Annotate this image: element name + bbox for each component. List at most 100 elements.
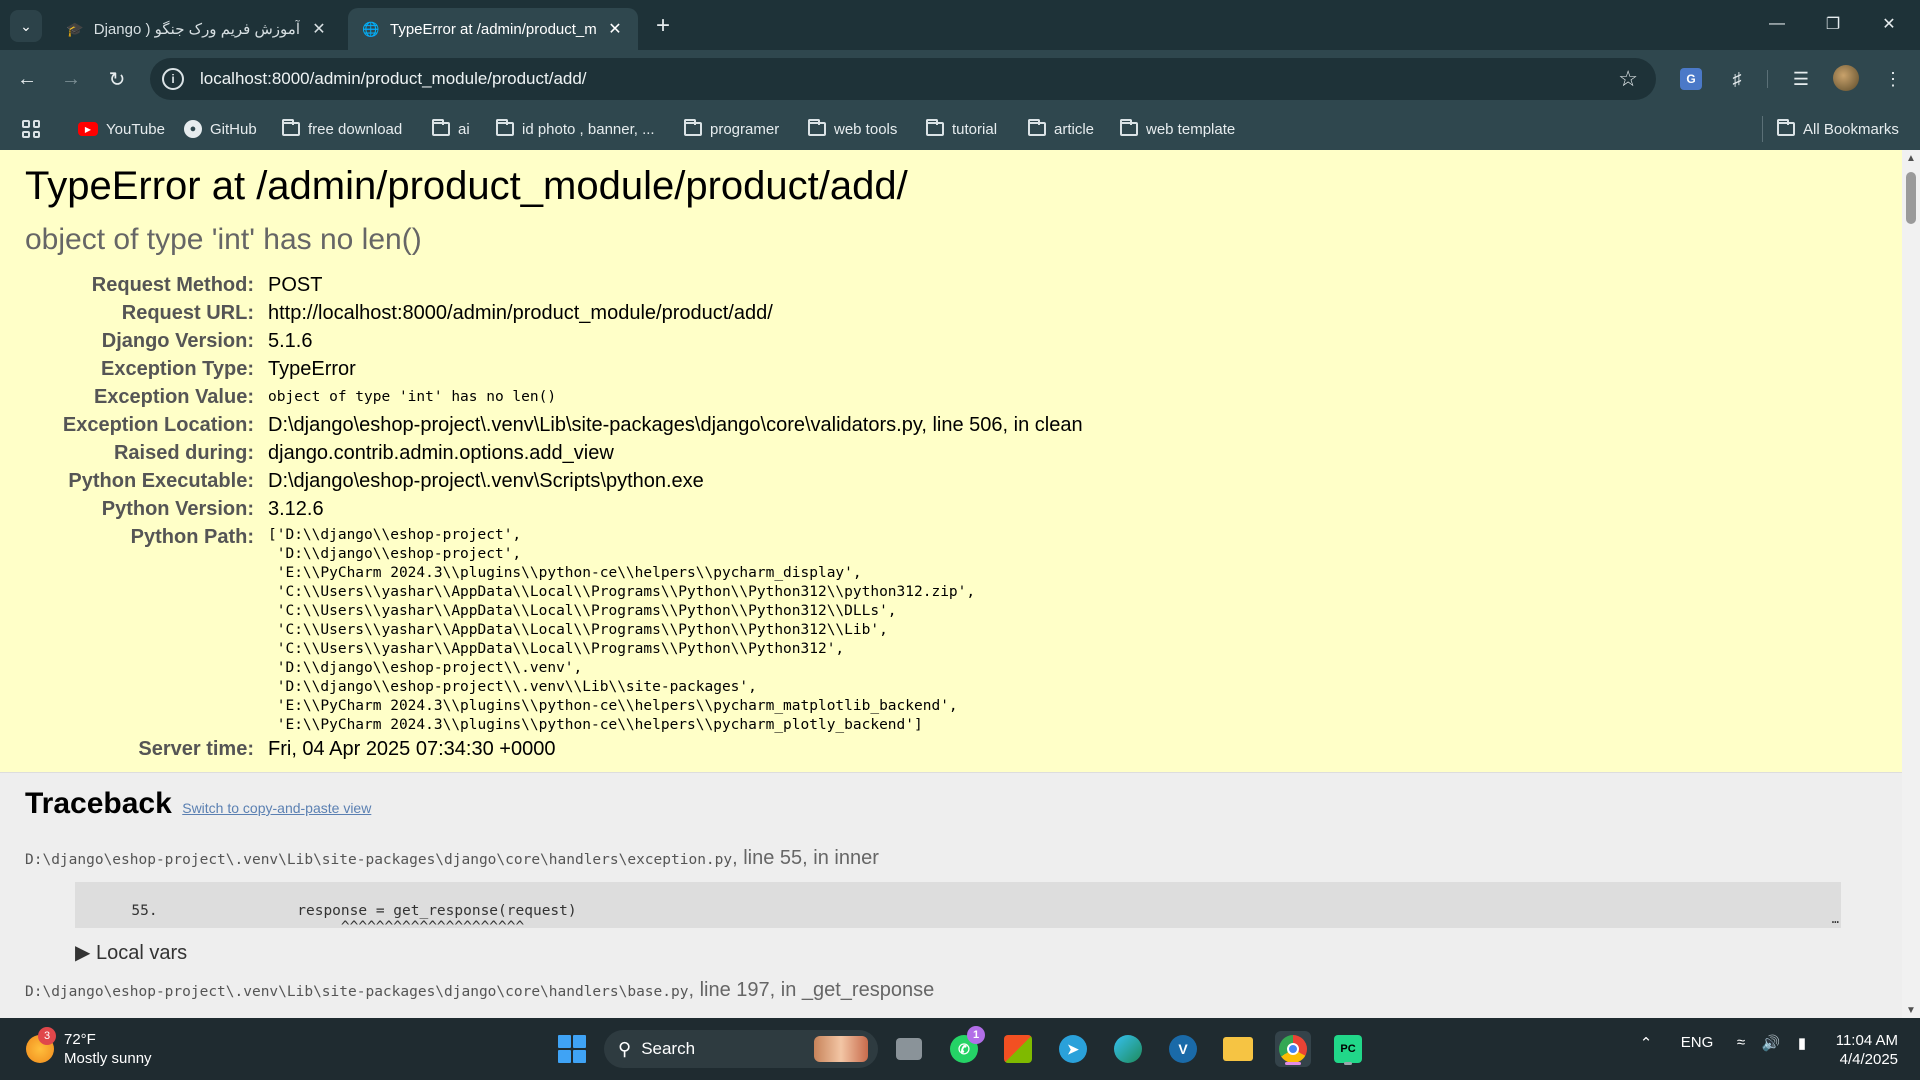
url-text[interactable]: localhost:8000/admin/product_module/prod… [200, 69, 1618, 89]
forward-button[interactable]: → [56, 64, 86, 94]
bookmark-free-download[interactable]: free download [282, 116, 402, 142]
scroll-up-arrow-icon[interactable]: ▲ [1902, 150, 1920, 166]
search-icon: ⚲ [618, 1038, 632, 1059]
youtube-icon: ▶ [78, 122, 98, 136]
minimize-button[interactable]: — [1754, 8, 1800, 40]
whatsapp-app[interactable]: ✆ 1 [946, 1026, 985, 1067]
bookmark-star-icon[interactable]: ☆ [1618, 66, 1638, 92]
edge-app[interactable] [1110, 1031, 1146, 1067]
pycharm-icon: PC [1334, 1035, 1362, 1063]
meta-key: Python Path: [130, 526, 254, 548]
restore-button[interactable]: ❐ [1810, 8, 1856, 40]
bookmark-tutorial[interactable]: tutorial [926, 116, 997, 142]
code-context[interactable]: 55. response = get_response(request) ^^^… [75, 882, 1841, 935]
media-control-icon[interactable]: ☰ [1786, 64, 1816, 94]
folder-icon [1120, 119, 1138, 136]
clock-date: 4/4/2025 [1839, 1051, 1898, 1068]
system-clock[interactable]: 11:04 AM 4/4/2025 [1830, 1031, 1898, 1069]
page-scrollbar[interactable]: ▲ ▼ [1902, 150, 1920, 1018]
telegram-app[interactable]: ➤ [1055, 1031, 1091, 1067]
local-vars-toggle[interactable]: ▶ Local vars [75, 940, 1877, 965]
meta-row: Python Path: ['D:\\django\\eshop-project'… [25, 523, 1877, 735]
meta-value: TypeError [268, 358, 356, 380]
bookmark-programer[interactable]: programer [684, 116, 779, 142]
bookmark-id-photo[interactable]: id photo , banner, ... [496, 116, 655, 142]
meta-key: Server time: [138, 738, 254, 760]
tab-typeerror[interactable]: 🌐 TypeError at /admin/product_m ✕ [348, 8, 638, 50]
wifi-icon[interactable]: ≈ [1730, 1034, 1752, 1051]
volume-icon[interactable]: 🔊 [1760, 1034, 1782, 1052]
weather-desc: Mostly sunny [64, 1050, 152, 1067]
close-icon[interactable]: ✕ [310, 19, 328, 39]
taskbar-search[interactable]: ⚲ Search [604, 1030, 878, 1068]
vpn-app[interactable]: V [1165, 1031, 1201, 1067]
close-window-button[interactable]: ✕ [1866, 8, 1912, 40]
language-indicator[interactable]: ENG [1672, 1034, 1722, 1051]
bookmark-label: web template [1146, 120, 1236, 138]
scrollbar-thumb[interactable] [1906, 172, 1916, 224]
toolbar-divider [1767, 70, 1768, 88]
extensions-icon[interactable]: ♯ [1722, 64, 1752, 94]
notification-badge: 3 [38, 1027, 56, 1045]
back-button[interactable]: ← [12, 64, 42, 94]
switch-view-link[interactable]: Switch to copy-and-paste view [182, 800, 371, 816]
bookmark-label: GitHub [210, 120, 257, 138]
bookmark-ai[interactable]: ai [432, 116, 470, 142]
meta-key: Exception Location: [62, 414, 254, 436]
start-button[interactable] [554, 1031, 590, 1067]
menu-icon[interactable]: ⋮ [1878, 64, 1908, 94]
expand-context-ellipsis[interactable]: … [1832, 912, 1839, 926]
tab-django-tutorial[interactable]: 🎓 آموزش فریم ورک جنگو ( Django ✕ [52, 8, 342, 50]
address-bar[interactable]: i localhost:8000/admin/product_module/pr… [150, 58, 1656, 100]
profile-avatar[interactable] [1833, 65, 1859, 91]
frame-path: D:\django\eshop-project\.venv\Lib\site-p… [25, 984, 689, 1000]
meta-value: Fri, 04 Apr 2025 07:34:30 +0000 [268, 738, 556, 760]
folder-icon [1777, 119, 1795, 136]
bookmark-web-tools[interactable]: web tools [808, 116, 897, 142]
folder-icon [432, 119, 450, 136]
meta-key: Request URL: [121, 302, 254, 324]
pycharm-app[interactable]: PC [1330, 1031, 1366, 1067]
v-logo-icon: V [1169, 1035, 1197, 1063]
meta-value: 5.1.6 [268, 330, 313, 352]
bookmark-youtube[interactable]: ▶ YouTube [78, 116, 165, 142]
translate-icon[interactable]: G [1680, 68, 1702, 90]
bookmark-article[interactable]: article [1028, 116, 1094, 142]
file-explorer-app[interactable] [1220, 1031, 1256, 1067]
bookmark-web-template[interactable]: web template [1120, 116, 1235, 142]
scroll-down-arrow-icon[interactable]: ▼ [1902, 1002, 1920, 1018]
frame-info: , line 55, in inner [732, 847, 879, 869]
bookmark-label: YouTube [106, 120, 165, 138]
bookmark-label: programer [710, 120, 780, 138]
tab-strip: ⌄ 🎓 آموزش فریم ورک جنگو ( Django ✕ 🌐 Typ… [0, 0, 1920, 50]
folder-icon [1223, 1037, 1253, 1061]
store-icon [1004, 1035, 1032, 1063]
meta-value: 3.12.6 [268, 498, 324, 520]
meta-value: object of type 'int' has no len() [268, 389, 557, 405]
site-info-icon[interactable]: i [162, 68, 184, 90]
windows-taskbar: 3 72°F Mostly sunny ⚲ Search ✆ 1 ➤ V PC … [0, 1018, 1920, 1080]
meta-key: Python Version: [101, 498, 254, 520]
meta-value: django.contrib.admin.options.add_view [268, 442, 614, 464]
django-error-page: TypeError at /admin/product_module/produ… [0, 150, 1902, 1018]
meta-row: Exception Location: D:\django\eshop-proje… [25, 411, 1877, 439]
meta-row: Django Version: 5.1.6 [25, 327, 1877, 355]
reload-button[interactable]: ↻ [102, 64, 132, 94]
chrome-app[interactable] [1275, 1031, 1311, 1067]
bookmark-label: article [1054, 120, 1095, 138]
close-icon[interactable]: ✕ [606, 19, 624, 39]
apps-button[interactable] [22, 116, 40, 142]
tab-search-button[interactable]: ⌄ [10, 10, 42, 42]
meta-key: Request Method: [91, 274, 254, 296]
microsoft-store-app[interactable] [1000, 1031, 1036, 1067]
battery-icon[interactable]: ▮ [1790, 1034, 1814, 1052]
weather-widget[interactable]: 3 72°F Mostly sunny [26, 1027, 152, 1068]
all-bookmarks-button[interactable]: All Bookmarks [1762, 116, 1899, 142]
task-view-button[interactable] [891, 1031, 927, 1067]
show-hidden-icons-button[interactable]: ⌃ [1636, 1034, 1656, 1052]
bookmark-github[interactable]: ● GitHub [184, 116, 257, 142]
apps-grid-icon [22, 120, 40, 138]
bookmark-label: web tools [834, 120, 898, 138]
windows-logo-icon [558, 1035, 586, 1063]
new-tab-button[interactable]: + [648, 11, 678, 41]
